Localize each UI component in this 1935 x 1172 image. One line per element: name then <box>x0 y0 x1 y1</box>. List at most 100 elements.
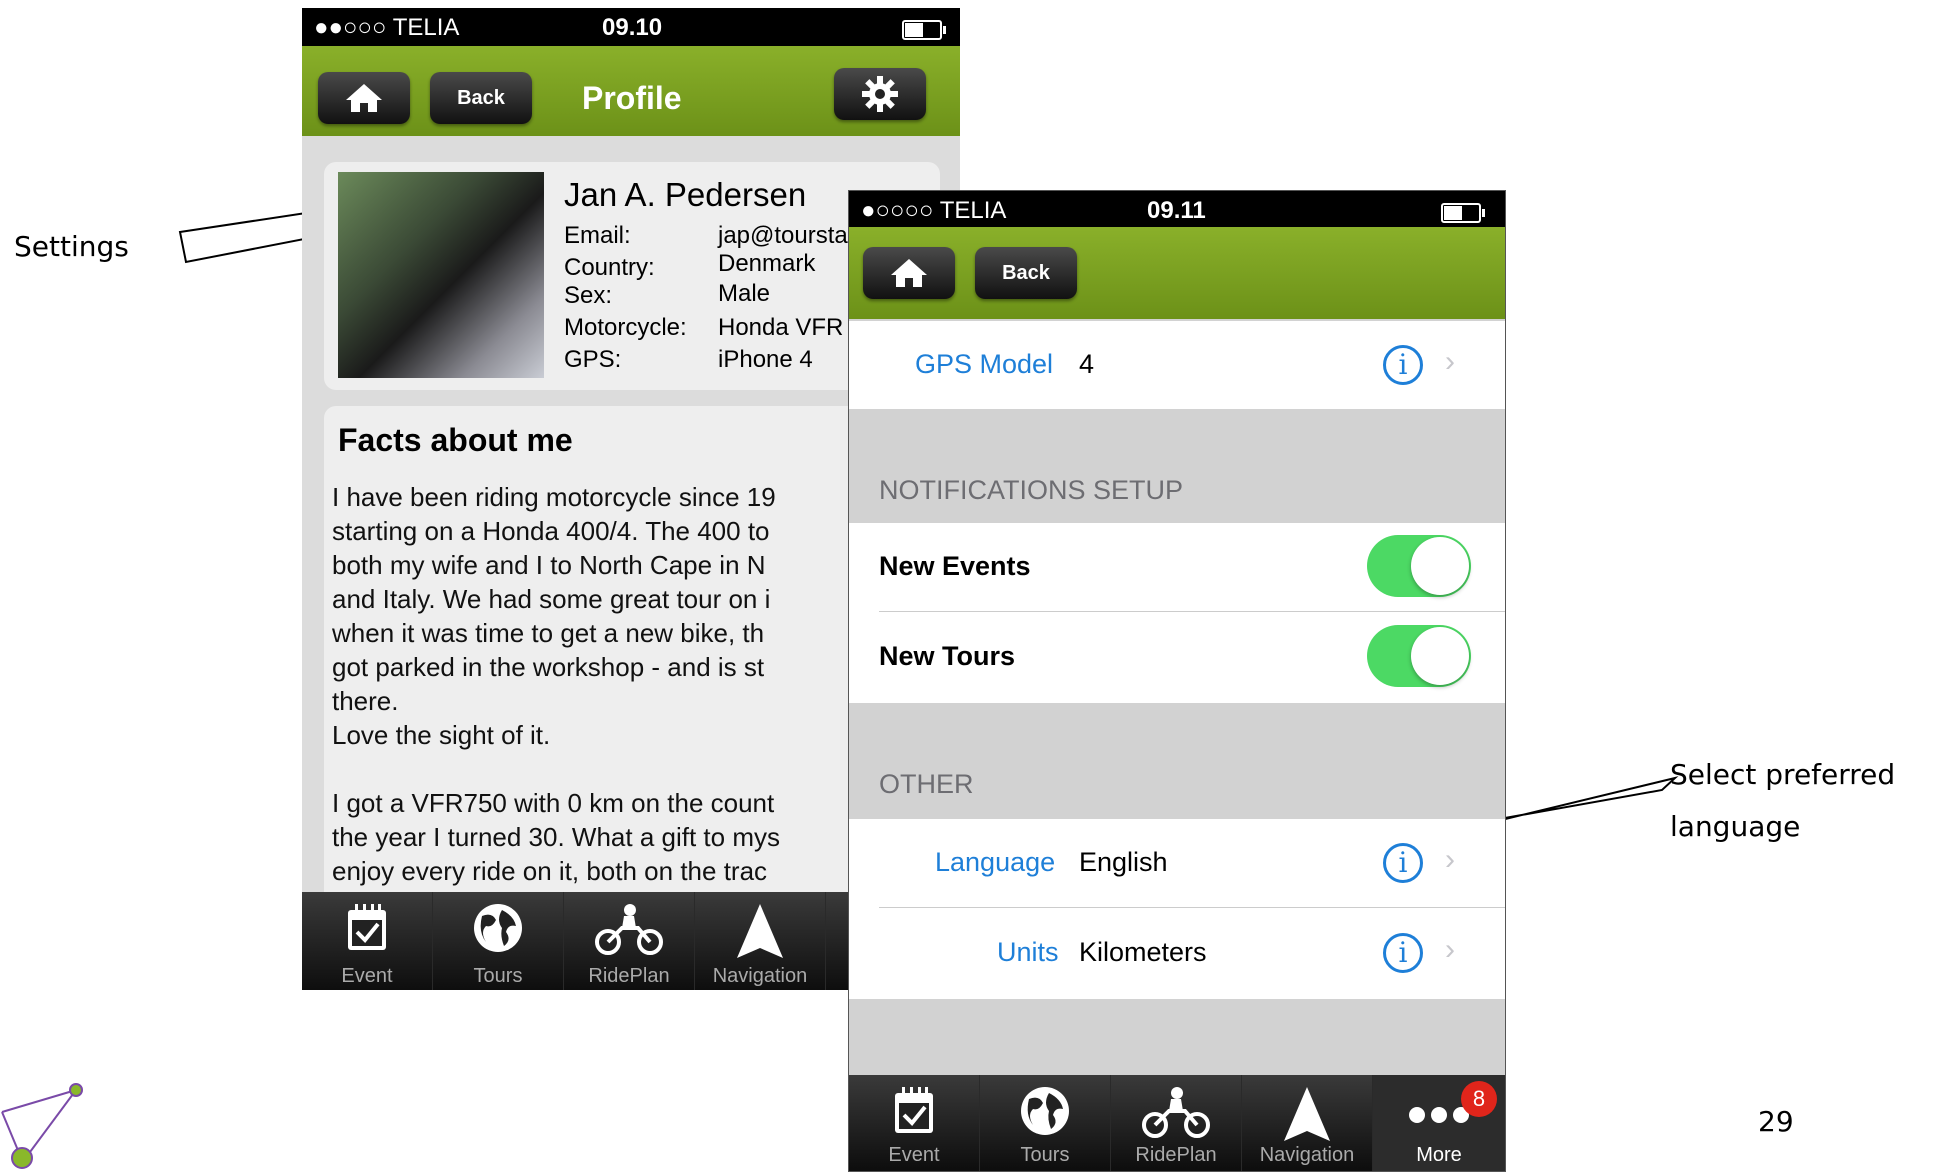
more-dots-icon <box>1409 1107 1469 1123</box>
tab-label: Navigation <box>1259 1144 1355 1166</box>
profile-name: Jan A. Pedersen <box>564 176 807 213</box>
settings-button[interactable] <box>834 68 926 120</box>
language-callout-line1: Select preferred <box>1670 758 1896 791</box>
tab-navigation[interactable]: Navigation <box>1242 1075 1373 1171</box>
tab-label: Navigation <box>712 965 808 987</box>
gps-model-value: 4 <box>1079 349 1095 379</box>
notifications-section-header: NOTIFICATIONS SETUP <box>879 475 1184 505</box>
facts-line: both my wife and I to North Cape in N <box>332 550 766 580</box>
nav-bar: Back Profile <box>302 46 960 136</box>
tab-event[interactable]: Event <box>302 892 433 990</box>
facts-line: Love the sight of it. <box>332 720 551 750</box>
motorcycle-icon <box>595 904 663 955</box>
facts-line: enjoy every ride on it, both on the trac <box>332 856 768 886</box>
gps-model-label: GPS Model <box>915 349 1054 379</box>
chevron-right-icon: › <box>1445 933 1455 966</box>
new-tours-toggle[interactable] <box>1367 625 1471 687</box>
facts-line: there. <box>332 686 399 716</box>
battery-icon <box>1441 203 1485 223</box>
notification-badge: 8 <box>1461 1081 1497 1117</box>
nav-bar: Back <box>849 227 1505 319</box>
units-label: Units <box>997 937 1059 967</box>
status-bar: ●○○○○ TELIA 09.11 <box>849 191 1505 227</box>
page-title: Profile <box>582 80 682 116</box>
tab-label: RidePlan <box>588 965 670 987</box>
facts-line: when it was time to get a new bike, th <box>332 618 765 648</box>
chevron-right-icon: › <box>1445 345 1455 378</box>
other-group: Language English i › Units Kilometers i … <box>849 819 1505 999</box>
facts-line: and Italy. We had some great tour on i <box>332 584 771 614</box>
gps-label: GPS: <box>564 346 622 373</box>
profile-photo <box>338 172 544 378</box>
divider <box>879 611 1505 612</box>
facts-line: starting on a Honda 400/4. The 400 to <box>332 516 770 546</box>
new-tours-label: New Tours <box>879 641 1016 671</box>
gps-value: iPhone 4 <box>718 346 813 373</box>
home-icon <box>891 259 927 287</box>
email-value: jap@toursta <box>718 222 848 249</box>
tab-label: Tours <box>473 965 523 987</box>
home-icon <box>346 84 382 112</box>
chevron-right-icon: › <box>1445 843 1455 876</box>
tab-tours[interactable]: Tours <box>433 892 564 990</box>
calendar-icon <box>348 904 386 950</box>
tab-rideplan[interactable]: RidePlan <box>564 892 695 990</box>
language-info-icon[interactable]: i <box>1383 843 1423 883</box>
info-icon[interactable]: i <box>1383 345 1423 385</box>
sex-label: Sex: <box>564 282 613 309</box>
home-button[interactable] <box>863 247 955 299</box>
new-events-toggle[interactable] <box>1367 535 1471 597</box>
back-button[interactable]: Back <box>430 72 532 124</box>
email-label: Email: <box>564 222 631 249</box>
notifications-group: New Events New Tours <box>849 523 1505 703</box>
country-label: Country: <box>564 254 655 281</box>
language-value[interactable]: English <box>1079 847 1168 878</box>
tab-label: Tours <box>1020 1144 1070 1166</box>
carrier-signal: ●○○○○ TELIA <box>861 197 1007 224</box>
clock: 09.10 <box>602 14 663 41</box>
new-events-label: New Events <box>879 551 1031 581</box>
tab-label: Event <box>888 1144 940 1166</box>
gear-icon <box>862 76 898 112</box>
tab-more[interactable]: 8 More <box>1373 1075 1505 1171</box>
sex-value: Male <box>718 280 771 307</box>
status-bar: ●●○○○ TELIA 09.10 <box>302 8 960 46</box>
facts-line: I have been riding motorcycle since 19 <box>332 482 776 512</box>
divider <box>879 907 1505 908</box>
facts-line: got parked in the workshop - and is st <box>332 652 765 682</box>
battery-icon <box>902 20 946 40</box>
gps-model-row[interactable]: GPS Model 4 i › <box>849 321 1505 409</box>
home-button[interactable] <box>318 72 410 124</box>
units-value[interactable]: Kilometers <box>1079 937 1207 968</box>
settings-screen: ●○○○○ TELIA 09.11 Back GPS Model 4 i › N… <box>848 190 1506 1172</box>
language-label: Language <box>935 847 1056 877</box>
units-info-icon[interactable]: i <box>1383 933 1423 973</box>
facts-line: I got a VFR750 with 0 km on the count <box>332 788 775 818</box>
tab-rideplan[interactable]: RidePlan <box>1111 1075 1242 1171</box>
globe-icon <box>474 904 522 952</box>
tab-tours[interactable]: Tours <box>980 1075 1111 1171</box>
navigation-arrow-icon <box>737 904 783 958</box>
language-callout-line2: language <box>1670 810 1801 843</box>
carrier-signal: ●●○○○ TELIA <box>314 14 460 41</box>
calendar-icon <box>895 1087 933 1133</box>
tab-event[interactable]: Event <box>849 1075 980 1171</box>
country-value: Denmark <box>718 250 816 277</box>
other-section-header: OTHER <box>879 769 974 799</box>
back-button[interactable]: Back <box>975 247 1077 299</box>
clock: 09.11 <box>1147 197 1206 224</box>
tab-label: More <box>1416 1144 1462 1166</box>
navigation-arrow-icon <box>1284 1087 1330 1141</box>
motorcycle-label: Motorcycle: <box>564 314 687 341</box>
tab-navigation[interactable]: Navigation <box>695 892 826 990</box>
motorcycle-value: Honda VFR <box>718 314 844 341</box>
logo <box>1 1083 83 1169</box>
tab-label: RidePlan <box>1135 1144 1217 1166</box>
facts-title: Facts about me <box>338 422 573 458</box>
facts-line: the year I turned 30. What a gift to mys <box>332 822 780 852</box>
tab-label: Event <box>341 965 393 987</box>
tab-bar: Event Tours RidePlan Navigation 8 More <box>849 1075 1505 1171</box>
page-number: 29 <box>1758 1105 1794 1138</box>
globe-icon <box>1021 1087 1069 1135</box>
motorcycle-icon <box>1142 1087 1210 1138</box>
